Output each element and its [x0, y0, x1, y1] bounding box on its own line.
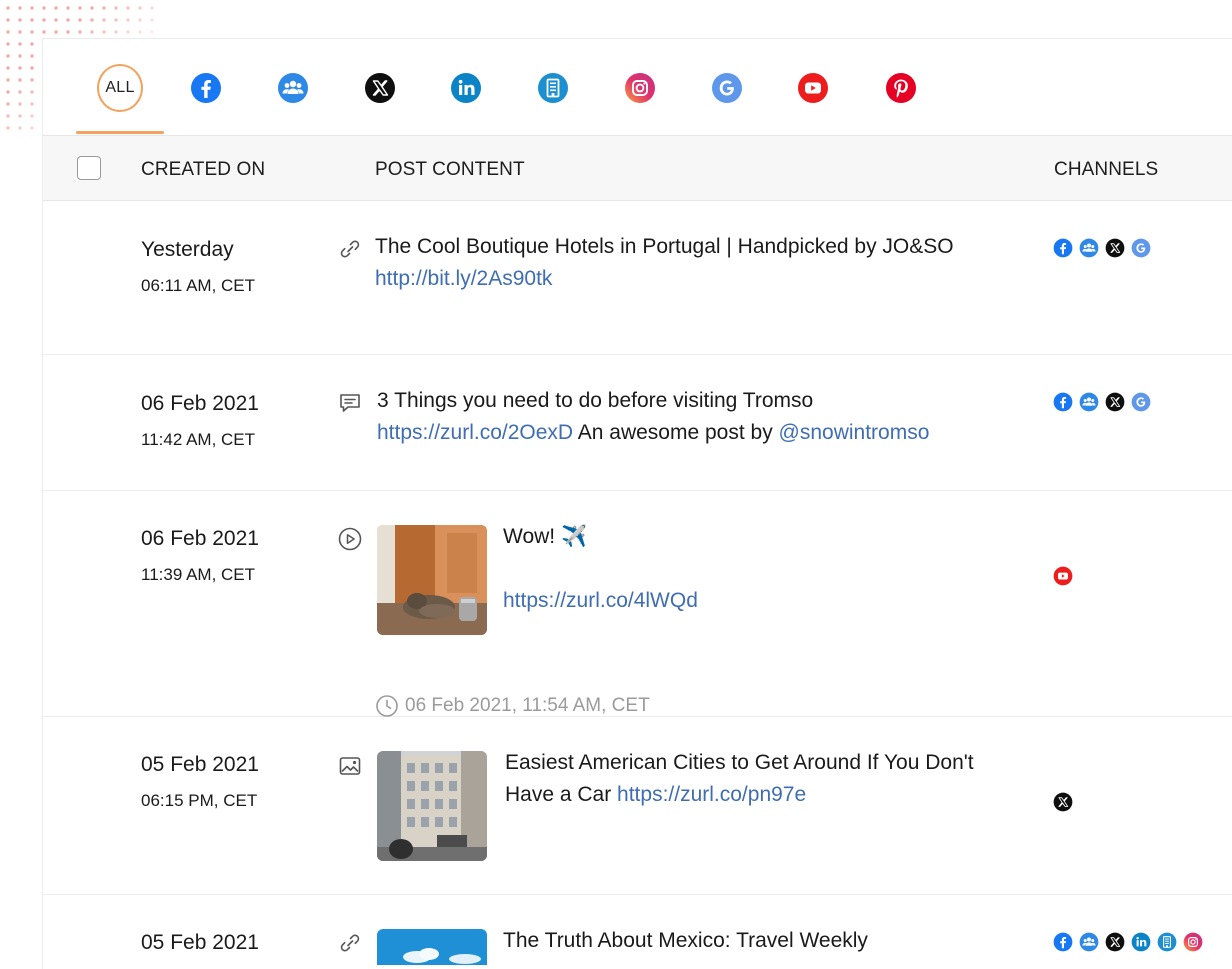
- post-thumbnail[interactable]: [377, 929, 487, 965]
- tab-youtube[interactable]: [790, 65, 836, 111]
- table-row[interactable]: 06 Feb 2021 11:39 AM, CET Wow! ✈️ https:…: [43, 491, 1232, 717]
- table-header: CREATED ON POST CONTENT CHANNELS: [43, 135, 1232, 201]
- tab-linkedin[interactable]: [443, 65, 489, 111]
- clock-icon: [376, 695, 398, 717]
- post-title: The Cool Boutique Hotels in Portugal | H…: [375, 235, 954, 258]
- linkedin-icon: [450, 72, 482, 104]
- post-link[interactable]: http://bit.ly/2As90tk: [375, 263, 552, 295]
- row-channels: [1053, 566, 1073, 586]
- posts-panel: ALL CREATED ON POST CONTENT CHANNELS Yes…: [42, 38, 1232, 969]
- all-tab-label: ALL: [97, 64, 143, 112]
- post-title-continued: Have a Car: [505, 783, 618, 806]
- table-row[interactable]: Yesterday 06:11 AM, CET The Cool Boutiqu…: [43, 201, 1232, 355]
- tab-facebook[interactable]: [183, 65, 229, 111]
- tab-google[interactable]: [704, 65, 750, 111]
- table-row[interactable]: 05 Feb 2021 06:15 PM, CET Easiest Americ…: [43, 717, 1232, 895]
- instagram-icon: [624, 72, 656, 104]
- row-date: Yesterday: [141, 238, 234, 261]
- instagram-icon: [1183, 932, 1203, 952]
- link-icon: [340, 934, 360, 952]
- row-date: 06 Feb 2021: [141, 392, 259, 415]
- groups-icon: [277, 72, 309, 104]
- select-all-checkbox[interactable]: [77, 156, 101, 180]
- image-icon: [339, 757, 361, 775]
- scheduled-time: 06 Feb 2021, 11:54 AM, CET: [375, 694, 650, 718]
- facebook-icon: [1053, 392, 1073, 412]
- post-title: 3 Things you need to do before visiting …: [377, 389, 814, 412]
- post-thumbnail[interactable]: [377, 751, 487, 861]
- table-row[interactable]: 05 Feb 2021 The Truth About Mexico: Trav…: [43, 895, 1232, 969]
- row-date: 05 Feb 2021: [141, 931, 259, 954]
- x-icon: [1053, 792, 1073, 812]
- header-created-on: CREATED ON: [141, 159, 266, 180]
- row-channels: [1053, 792, 1073, 812]
- video-icon: [338, 527, 362, 551]
- post-title: Wow! ✈️: [503, 525, 588, 548]
- sky-photo-thumbnail: [377, 929, 487, 965]
- header-post-content: POST CONTENT: [375, 159, 525, 180]
- cat-photo-thumbnail: [377, 525, 487, 635]
- table-row[interactable]: 06 Feb 2021 11:42 AM, CET 3 Things you n…: [43, 355, 1232, 491]
- x-icon: [1105, 932, 1125, 952]
- tab-groups[interactable]: [270, 65, 316, 111]
- facebook-icon: [190, 72, 222, 104]
- google-icon: [1131, 392, 1151, 412]
- tab-business[interactable]: [530, 65, 576, 111]
- facebook-icon: [1053, 238, 1073, 258]
- city-photo-thumbnail: [377, 751, 487, 861]
- youtube-icon: [797, 72, 829, 104]
- x-icon: [364, 72, 396, 104]
- post-link[interactable]: https://zurl.co/4lWQd: [503, 585, 698, 617]
- tab-all[interactable]: ALL: [76, 64, 164, 134]
- row-channels: [1053, 238, 1151, 258]
- x-icon: [1105, 392, 1125, 412]
- post-body: https://zurl.co/2OexD An awesome post by…: [377, 417, 929, 449]
- post-mention[interactable]: @snowintromso: [779, 421, 930, 444]
- row-channels: [1053, 932, 1203, 952]
- post-thumbnail[interactable]: [377, 525, 487, 635]
- google-icon: [1131, 238, 1151, 258]
- building-icon: [537, 72, 569, 104]
- row-date: 05 Feb 2021: [141, 753, 259, 776]
- facebook-icon: [1053, 932, 1073, 952]
- row-time: 06:11 AM, CET: [141, 276, 256, 295]
- post-title: The Truth About Mexico: Travel Weekly: [503, 929, 868, 952]
- linkedin-icon: [1131, 932, 1151, 952]
- post-title: Easiest American Cities to Get Around If…: [505, 751, 974, 774]
- groups-icon: [1079, 238, 1099, 258]
- comment-icon: [340, 394, 360, 412]
- row-date: 06 Feb 2021: [141, 527, 259, 550]
- scheduled-time-text: 06 Feb 2021, 11:54 AM, CET: [405, 695, 650, 716]
- google-icon: [711, 72, 743, 104]
- row-channels: [1053, 392, 1151, 412]
- post-link[interactable]: https://zurl.co/pn97e: [617, 783, 806, 806]
- row-time: 06:15 PM, CET: [141, 791, 258, 810]
- building-icon: [1157, 932, 1177, 952]
- tab-x[interactable]: [357, 65, 403, 111]
- row-time: 11:42 AM, CET: [141, 430, 256, 449]
- channel-filter-tabs: ALL: [43, 39, 1232, 135]
- youtube-icon: [1053, 566, 1073, 586]
- post-link[interactable]: https://zurl.co/2OexD: [377, 421, 573, 444]
- groups-icon: [1079, 392, 1099, 412]
- post-body-text: An awesome post by: [573, 421, 779, 444]
- pinterest-icon: [885, 72, 917, 104]
- tab-instagram[interactable]: [617, 65, 663, 111]
- x-icon: [1105, 238, 1125, 258]
- post-body: Have a Car https://zurl.co/pn97e: [505, 779, 806, 811]
- header-channels: CHANNELS: [1054, 159, 1159, 180]
- row-time: 11:39 AM, CET: [141, 565, 256, 584]
- link-icon: [340, 240, 360, 258]
- tab-pinterest[interactable]: [878, 65, 924, 111]
- groups-icon: [1079, 932, 1099, 952]
